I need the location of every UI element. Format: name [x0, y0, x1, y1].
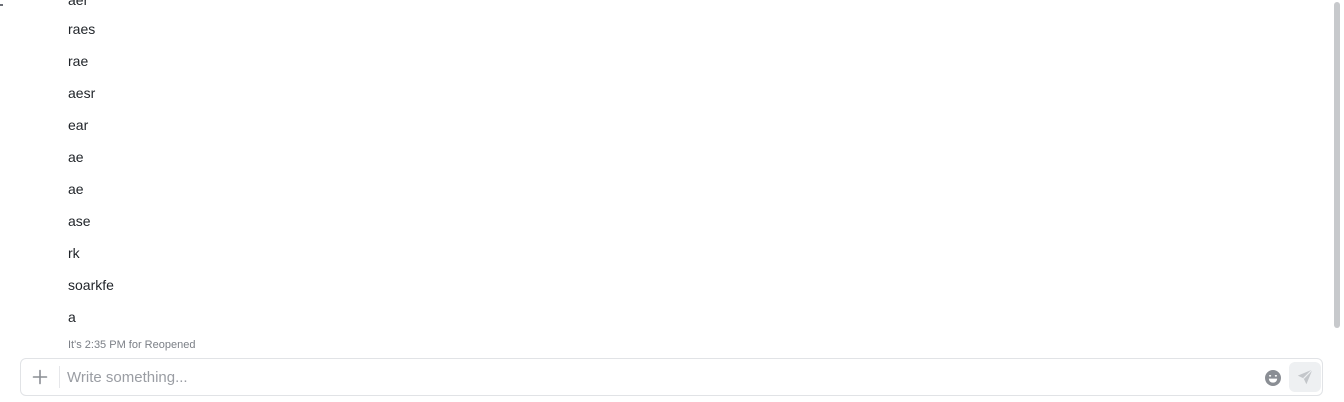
message-text: ae [68, 181, 84, 197]
message-text: ear [68, 117, 89, 133]
send-button[interactable] [1289, 362, 1321, 392]
message-scrollbar[interactable] [1330, 0, 1344, 352]
message-text: rk [68, 245, 80, 261]
scrollbar-thumb[interactable] [1334, 2, 1340, 328]
message-list[interactable]: aer raes rae aesr ear ae ae ase rk soark… [0, 0, 1330, 352]
message-text: ase [68, 213, 91, 229]
add-attachment-button[interactable] [21, 359, 59, 395]
emoji-button[interactable] [1263, 368, 1283, 388]
message-text: soarkfe [68, 277, 114, 293]
composer-divider [59, 366, 60, 388]
message-text: aer [68, 0, 89, 8]
message-composer [20, 358, 1323, 396]
message-text: raes [68, 21, 96, 37]
message-text: a [68, 309, 76, 325]
plus-icon [32, 369, 48, 385]
status-timestamp: It's 2:35 PM for Reopened [68, 339, 196, 351]
message-text: ae [68, 149, 84, 165]
message-text: rae [68, 53, 89, 69]
message-input[interactable] [67, 363, 1247, 391]
chat-view: aer raes rae aesr ear ae ae ase rk soark… [0, 0, 1344, 402]
left-edge-marker [0, 4, 3, 6]
emoji-icon [1265, 370, 1281, 386]
message-text: aesr [68, 85, 96, 101]
send-icon [1297, 369, 1313, 385]
